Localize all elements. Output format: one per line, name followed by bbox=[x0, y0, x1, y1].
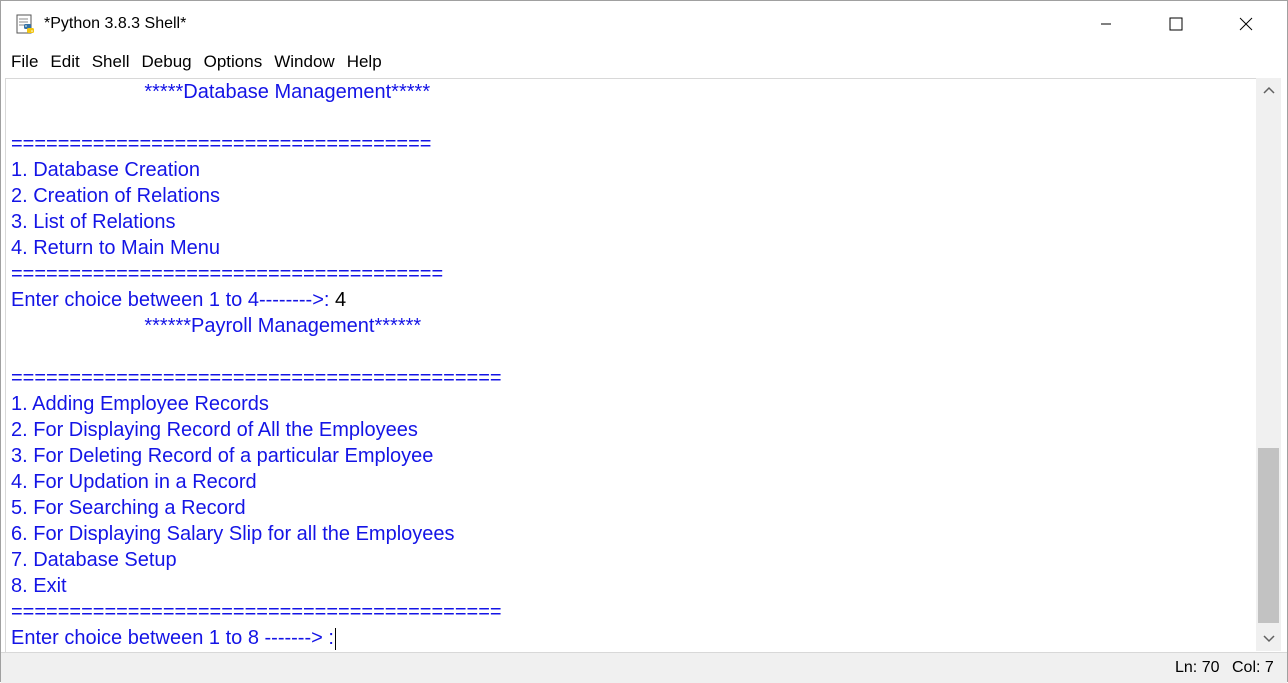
shell-line: Enter choice between 1 to 4-------->: 4 bbox=[11, 289, 347, 311]
maximize-icon bbox=[1169, 17, 1183, 31]
shell-line: 2. For Displaying Record of All the Empl… bbox=[11, 419, 418, 441]
scroll-thumb[interactable] bbox=[1258, 448, 1279, 623]
shell-text-area[interactable]: *****Database Management***** ==========… bbox=[5, 78, 1256, 652]
menu-help[interactable]: Help bbox=[341, 52, 388, 72]
shell-line: ========================================… bbox=[11, 601, 502, 623]
column-number-indicator: Col: 7 bbox=[1232, 659, 1274, 676]
shell-line: 7. Database Setup bbox=[11, 549, 177, 571]
scroll-down-button[interactable] bbox=[1256, 629, 1281, 649]
shell-line: 3. For Deleting Record of a particular E… bbox=[11, 445, 434, 467]
shell-line: ========================================… bbox=[11, 367, 502, 389]
shell-prompt-line[interactable]: Enter choice between 1 to 8 -------> : bbox=[11, 625, 336, 651]
menu-debug[interactable]: Debug bbox=[136, 52, 198, 72]
shell-line: 1. Adding Employee Records bbox=[11, 393, 269, 415]
shell-line: 2. Creation of Relations bbox=[11, 185, 221, 207]
title-bar[interactable]: *Python 3.8.3 Shell* bbox=[1, 1, 1287, 47]
minimize-icon bbox=[1101, 23, 1111, 25]
chevron-up-icon bbox=[1262, 86, 1275, 94]
shell-line: ******Payroll Management****** bbox=[11, 315, 422, 337]
menu-file[interactable]: File bbox=[5, 52, 44, 72]
scroll-up-button[interactable] bbox=[1256, 80, 1281, 100]
shell-line: 4. For Updation in a Record bbox=[11, 471, 257, 493]
menu-edit[interactable]: Edit bbox=[44, 52, 85, 72]
close-icon bbox=[1239, 17, 1253, 31]
shell-line: ==================================== bbox=[11, 133, 432, 155]
menu-window[interactable]: Window bbox=[268, 52, 340, 72]
shell-line: 6. For Displaying Salary Slip for all th… bbox=[11, 523, 455, 545]
vertical-scrollbar[interactable] bbox=[1256, 78, 1281, 651]
shell-line: *****Database Management***** bbox=[11, 81, 431, 103]
shell-line: 8. Exit bbox=[11, 575, 67, 597]
shell-line: 1. Database Creation bbox=[11, 159, 201, 181]
menu-bar: File Edit Shell Debug Options Window Hel… bbox=[1, 47, 1287, 77]
shell-line: ===================================== bbox=[11, 263, 444, 285]
minimize-button[interactable] bbox=[1071, 1, 1141, 47]
window-title: *Python 3.8.3 Shell* bbox=[44, 15, 187, 32]
status-bar: Ln: 70 Col: 7 bbox=[1, 652, 1287, 683]
shell-line: 4. Return to Main Menu bbox=[11, 237, 220, 259]
menu-options[interactable]: Options bbox=[198, 52, 269, 72]
close-button[interactable] bbox=[1211, 1, 1281, 47]
python-idle-icon bbox=[16, 14, 34, 34]
shell-line: 3. List of Relations bbox=[11, 211, 176, 233]
maximize-button[interactable] bbox=[1141, 1, 1211, 47]
idle-shell-window: *Python 3.8.3 Shell* File Edit Shell Deb… bbox=[0, 0, 1288, 683]
line-number-indicator: Ln: 70 bbox=[1175, 659, 1220, 676]
chevron-down-icon bbox=[1262, 635, 1275, 643]
text-cursor bbox=[334, 627, 336, 650]
menu-shell[interactable]: Shell bbox=[86, 52, 136, 72]
shell-line: 5. For Searching a Record bbox=[11, 497, 246, 519]
